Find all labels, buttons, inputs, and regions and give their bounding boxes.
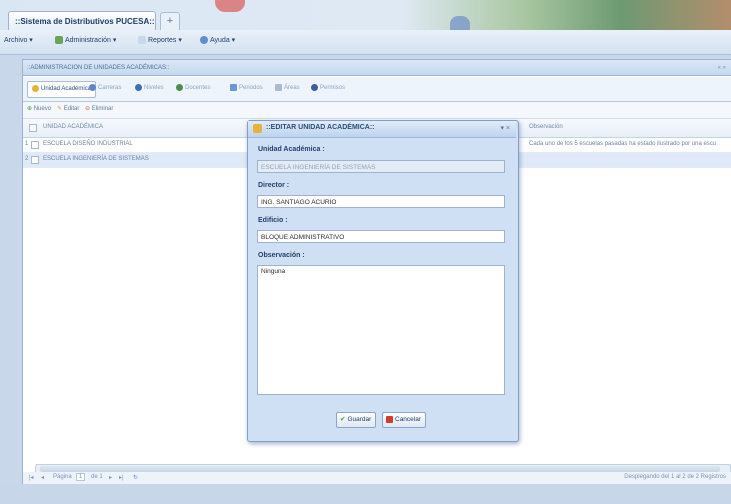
save-label: Guardar [347,416,372,424]
add-icon: ⊕ [27,106,33,112]
report-icon [138,36,146,45]
save-button[interactable]: ✔ Guardar [336,412,377,428]
unidad-field[interactable]: ESCUELA INGENIERÍA DE SISTEMAS [257,160,505,173]
cell-unidad: ESCUELA INGENIERÍA DE SISTEMAS [43,156,149,162]
last-page-icon[interactable]: ▸| [119,474,124,481]
column-unidad[interactable]: UNIDAD ACADÉMICA [43,124,103,130]
prev-page-icon[interactable]: ◂ [41,474,44,481]
delete-label: Eliminar [91,106,114,112]
column-observacion[interactable]: Observación [529,124,563,130]
tab-label: Permisos [320,85,346,91]
observacion-label: Observación : [258,252,305,259]
career-icon [89,83,96,91]
page-of-label: de 1 [91,474,103,480]
area-icon [275,83,282,91]
unidad-label: Unidad Académica : [258,146,325,153]
cell-unidad: ESCUELA DISEÑO INDUSTRIAL [43,141,133,147]
pager-summary: Desplegando del 1 al 2 de 2 Registros [624,474,726,480]
check-icon: ✔ [340,416,346,423]
next-page-icon[interactable]: ▸ [109,474,112,481]
menu-ayuda[interactable]: Ayuda ▾ [200,36,235,45]
tab-unidad-academica[interactable]: Unidad Académica [27,81,97,98]
menu-bar: Archivo ▾ Administración ▾ Reportes ▾ Ay… [0,30,731,55]
dialog-title: ::EDITAR UNIDAD ACADÉMICA:: [266,124,375,131]
tab-label: Unidad Académica [41,86,92,92]
tab-niveles[interactable]: Niveles [135,81,164,96]
module-tab-bar: Unidad Académica Carreras Niveles Docent… [23,77,731,102]
menu-archivo-label: Archivo [4,37,28,44]
teacher-icon [176,83,183,91]
tab-label: Periodos [239,85,263,91]
cell-observacion: Cada uno de los 5 escuelas pasadas ha es… [529,141,717,147]
menu-administracion[interactable]: Administración ▾ [55,36,116,45]
select-all-checkbox[interactable] [29,124,37,132]
tab-label: Docentes [185,85,211,91]
menu-reportes-label: Reportes [148,37,177,44]
panel-collapse-icon[interactable]: « » [718,60,726,76]
dialog-header[interactable]: ::EDITAR UNIDAD ACADÉMICA:: ▾ × [248,121,516,138]
director-field[interactable]: ING. SANTIAGO ACURIO [257,195,505,208]
browser-tab-strip: ::Sistema de Distributivos PUCESA:: + [0,0,731,31]
tab-label: Áreas [284,85,300,91]
close-icon[interactable]: ▾ × [500,124,510,132]
new-tab-button[interactable]: + [160,12,180,31]
unit-icon [32,84,39,92]
decorative-figure-left [215,0,245,12]
director-label: Director : [258,182,290,189]
help-icon [200,36,208,45]
row-checkbox[interactable] [31,141,39,149]
menu-administracion-label: Administración [65,37,111,44]
new-label: Nuevo [33,106,52,112]
unit-icon [253,124,262,133]
tab-periodos[interactable]: Periodos [230,81,263,96]
tab-label: Niveles [144,85,164,91]
edit-button[interactable]: ✎ Editar [57,105,79,112]
tab-permisos[interactable]: Permisos [311,81,345,96]
edificio-label: Edificio : [258,217,288,224]
page-label: Página [53,474,72,480]
close-label: × [505,125,510,132]
pencil-icon: ✎ [57,106,63,112]
edit-label: Editar [63,106,80,112]
cancel-button[interactable]: Cancelar [382,412,427,428]
delete-button[interactable]: ⊖ Eliminar [85,105,113,112]
tab-docentes[interactable]: Docentes [176,81,210,96]
cancel-icon [386,415,393,423]
refresh-icon[interactable]: ↻ [133,474,138,481]
permission-icon [311,83,318,91]
edificio-field[interactable]: BLOQUE ADMINISTRATIVO [257,230,505,243]
new-button[interactable]: ⊕ Nuevo [27,105,51,112]
tab-label: Carreras [98,85,122,91]
decorative-figure-right [450,16,470,30]
tab-areas[interactable]: Áreas [275,81,300,96]
desktop-bottom-strip [0,484,731,504]
level-icon [135,83,142,91]
admin-icon [55,36,63,45]
panel-title: ::ADMINISTRACION DE UNIDADES ACADÉMICAS:… [27,65,170,71]
menu-archivo[interactable]: Archivo ▾ [4,36,33,44]
menu-reportes[interactable]: Reportes ▾ [138,36,182,45]
period-icon [230,83,237,91]
edit-unit-dialog: ::EDITAR UNIDAD ACADÉMICA:: ▾ × Unidad A… [247,120,519,442]
panel-header: ::ADMINISTRACION DE UNIDADES ACADÉMICAS:… [23,60,731,76]
grid-toolbar: ⊕ Nuevo ✎ Editar ⊖ Eliminar [23,102,731,119]
first-page-icon[interactable]: |◂ [29,474,34,481]
browser-tab-active[interactable]: ::Sistema de Distributivos PUCESA:: [8,11,156,30]
row-number: 2 [25,156,29,162]
tab-carreras[interactable]: Carreras [89,81,121,96]
observacion-textarea[interactable]: Ninguna [257,265,505,395]
row-checkbox[interactable] [31,156,39,164]
menu-ayuda-label: Ayuda [210,37,230,44]
page-input[interactable]: 1 [76,473,86,481]
cancel-label: Cancelar [395,416,422,423]
row-number: 1 [25,141,29,147]
delete-icon: ⊖ [85,106,91,112]
